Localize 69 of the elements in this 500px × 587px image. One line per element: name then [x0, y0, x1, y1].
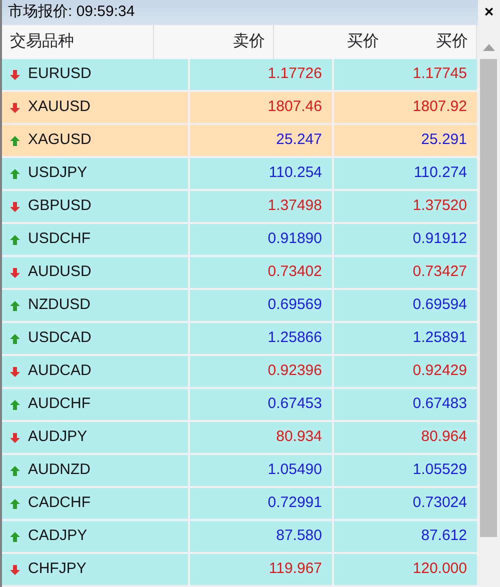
ask-price-cell: 0.92429 — [334, 356, 477, 387]
symbol-cell[interactable]: CADJPY — [2, 521, 188, 552]
ask-price-cell: 25.291 — [334, 125, 477, 156]
bid-price-cell: 0.72991 — [190, 488, 332, 519]
symbol-cell[interactable]: CADCHF — [2, 488, 188, 519]
ask-price-cell: 0.73024 — [334, 488, 477, 519]
symbol-cell[interactable]: USDCHF — [2, 224, 188, 255]
symbol-cell[interactable]: AUDJPY — [2, 422, 188, 453]
symbol-name: NZDUSD — [28, 295, 90, 316]
symbol-name: USDCAD — [28, 328, 92, 348]
ask-price-cell: 0.69594 — [334, 290, 477, 321]
bid-price-cell: 0.91890 — [190, 224, 332, 255]
symbol-name: AUDJPY — [28, 427, 88, 448]
window-title: 市场报价: 09:59:34 — [8, 2, 136, 22]
bid-price-cell: 0.69569 — [190, 290, 332, 321]
symbol-name: AUDUSD — [28, 262, 92, 282]
ask-price-cell: 1.17745 — [334, 59, 477, 90]
ask-price-cell: 80.964 — [334, 422, 477, 453]
ask-price-cell: 87.612 — [334, 521, 477, 552]
bid-price-cell: 1.25866 — [190, 323, 332, 354]
symbol-name: USDCHF — [28, 229, 90, 250]
symbol-name: CHFJPY — [28, 559, 86, 580]
symbol-name: XAGUSD — [28, 130, 92, 150]
bid-price-cell: 87.580 — [190, 521, 332, 552]
ask-price-cell: 120.000 — [334, 554, 477, 585]
symbol-cell[interactable]: USDJPY — [2, 158, 188, 189]
bid-price-cell: 110.254 — [190, 158, 332, 189]
bid-price-cell: 119.967 — [190, 554, 332, 585]
symbol-cell[interactable]: NZDUSD — [2, 290, 188, 321]
bid-price-cell: 0.92396 — [190, 356, 332, 387]
bid-price-cell: 1.17726 — [190, 59, 332, 90]
symbol-name: GBPUSD — [28, 196, 92, 216]
bid-price-cell: 25.247 — [190, 125, 332, 156]
symbol-name: AUDCHF — [28, 394, 90, 414]
symbol-name: EURUSD — [28, 64, 92, 84]
ask-price-cell: 1.25891 — [334, 323, 477, 354]
column-header[interactable]: 买价 — [274, 25, 387, 59]
symbol-name: AUDCAD — [28, 361, 92, 382]
symbol-cell[interactable]: AUDCHF — [2, 389, 188, 420]
bid-price-cell: 1.05490 — [190, 455, 332, 486]
ask-price-cell: 0.73427 — [334, 257, 477, 288]
ask-price-cell: 1807.92 — [334, 92, 477, 123]
bid-price-cell: 1807.46 — [190, 92, 332, 123]
symbol-cell[interactable]: CHFJPY — [2, 554, 188, 585]
symbol-name: CADCHF — [28, 493, 90, 514]
symbol-cell[interactable]: AUDCAD — [2, 356, 188, 387]
symbol-cell[interactable]: EURUSD — [2, 59, 188, 90]
ask-price-cell: 1.37520 — [334, 191, 477, 222]
symbol-cell[interactable]: AUDUSD — [2, 257, 188, 288]
ask-price-cell: 110.274 — [334, 158, 477, 189]
ask-price-cell: 1.05529 — [334, 455, 477, 486]
symbol-name: CADJPY — [28, 526, 88, 546]
symbol-cell[interactable]: XAUUSD — [2, 92, 188, 123]
symbol-cell[interactable]: AUDNZD — [2, 455, 188, 486]
symbol-cell[interactable]: GBPUSD — [2, 191, 188, 222]
symbol-name: XAUUSD — [28, 97, 91, 118]
symbol-cell[interactable]: XAGUSD — [2, 125, 188, 156]
symbol-cell[interactable]: USDCAD — [2, 323, 188, 354]
scrollbar-thumb[interactable] — [480, 59, 497, 537]
bid-price-cell: 1.37498 — [190, 191, 332, 222]
symbol-name: USDJPY — [28, 163, 88, 184]
bid-price-cell: 0.67453 — [190, 389, 332, 420]
bid-price-cell: 80.934 — [190, 422, 332, 453]
ask-price-cell: 0.91912 — [334, 224, 477, 255]
bid-price-cell: 0.73402 — [190, 257, 332, 288]
scroll-up-icon — [482, 44, 494, 50]
close-button[interactable]: × — [478, 0, 500, 25]
ask-price-cell: 0.67483 — [334, 389, 477, 420]
symbol-name: AUDNZD — [28, 460, 90, 480]
